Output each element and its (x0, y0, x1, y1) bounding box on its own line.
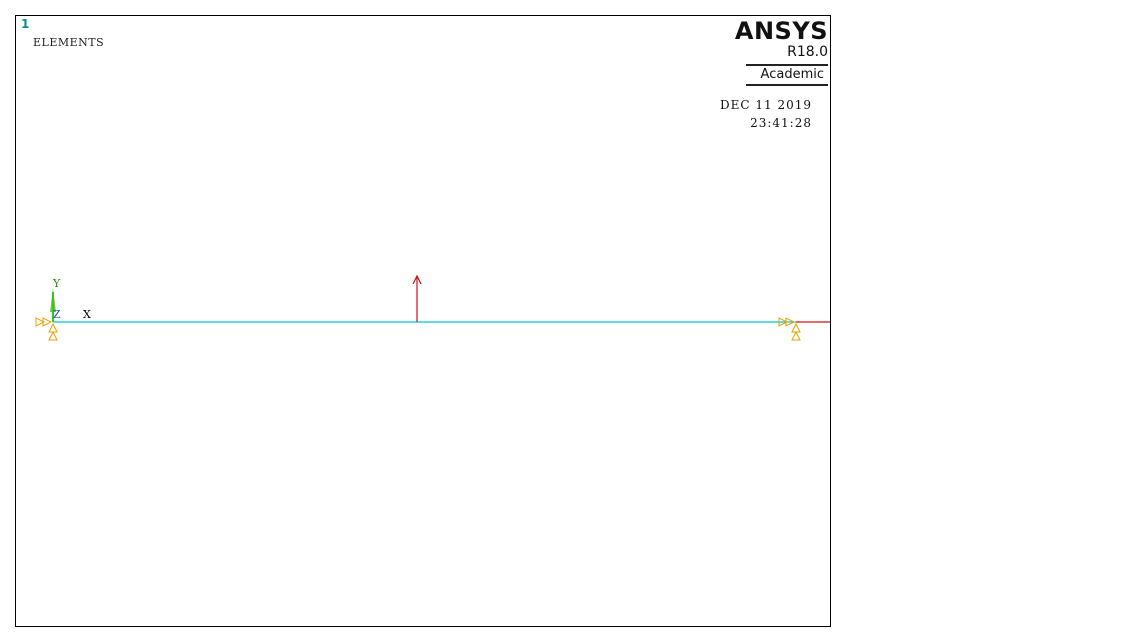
coordinate-triad: Y Z X (50, 277, 91, 323)
triad-x-label: X (83, 308, 91, 321)
triad-z-label: Z (53, 308, 61, 321)
right-support-icon[interactable] (778, 317, 801, 341)
triad-y-label: Y (52, 277, 61, 290)
force-arrow-vertical[interactable] (412, 274, 422, 322)
graphics-window[interactable]: 1 ELEMENTS ANSYS R18.0 Academic DEC 11 2… (15, 15, 831, 627)
model-canvas[interactable]: Y Z X (16, 16, 831, 627)
